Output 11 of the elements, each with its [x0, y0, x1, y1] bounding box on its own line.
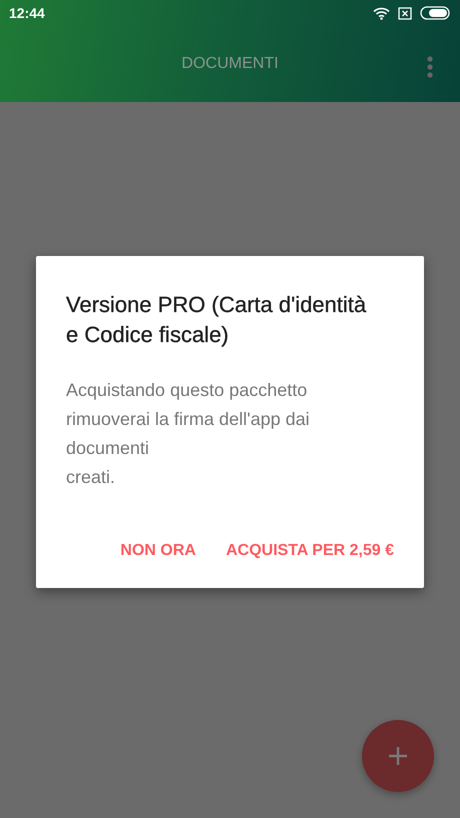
screen-title: DOCUMENTI	[182, 55, 278, 73]
wifi-icon	[373, 6, 390, 20]
dialog-button[interactable]: ACQUISTA PER 2,59 €	[218, 534, 402, 568]
plus-icon	[389, 747, 407, 765]
battery-icon	[420, 6, 450, 20]
more-options-icon[interactable]	[427, 56, 433, 78]
no-sim-icon	[398, 6, 412, 20]
status-time: 12:44	[9, 5, 45, 21]
dialog-message: Acquistando questo pacchetto rimuoverai la firma dell'app dai documenti creati.	[66, 379, 311, 489]
dialog-button[interactable]: NON ORA	[112, 534, 204, 568]
dialog-title: Versione PRO (Carta d'identità e Codice fiscale)	[66, 291, 368, 349]
